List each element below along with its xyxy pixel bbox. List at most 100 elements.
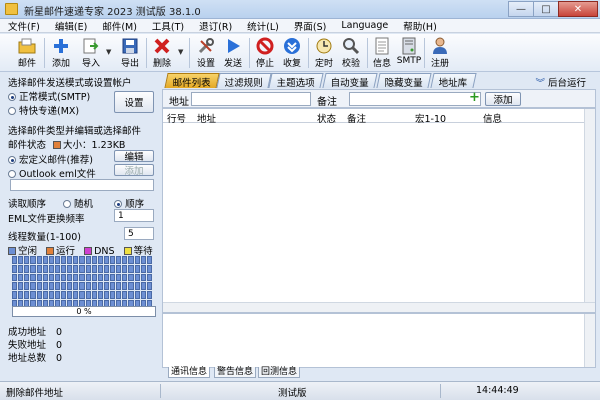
- thread-cell: [140, 291, 146, 300]
- magnifier-icon: [342, 37, 360, 55]
- close-button[interactable]: ✕: [558, 1, 598, 17]
- mail-button[interactable]: 邮件: [14, 36, 40, 70]
- dns-swatch: [84, 247, 93, 255]
- tab-mail-list[interactable]: 邮件列表: [164, 73, 220, 89]
- register-button[interactable]: 注册: [427, 36, 453, 70]
- thread-cell: [116, 273, 122, 282]
- thread-cell: [12, 256, 18, 264]
- thread-cell: [128, 282, 134, 291]
- smtp-button[interactable]: SMTP: [396, 36, 422, 70]
- waiting-swatch: [123, 247, 132, 255]
- delete-dropdown-icon[interactable]: ▼: [178, 48, 183, 56]
- thread-cell: [24, 282, 30, 291]
- tools-icon: [197, 37, 215, 55]
- thread-cell: [140, 264, 146, 273]
- thread-cell: [116, 291, 122, 300]
- import-button[interactable]: 导入: [78, 36, 104, 70]
- eml-freq-label: EML文件更换频率: [8, 214, 85, 225]
- thread-cell: [48, 256, 54, 264]
- table-horizontal-scrollbar[interactable]: [163, 302, 595, 312]
- menu-file[interactable]: 文件(F): [8, 19, 40, 33]
- thread-cell: [140, 256, 146, 264]
- menu-help[interactable]: 帮助(H): [403, 19, 437, 33]
- thread-cell: [103, 282, 110, 291]
- menu-edit[interactable]: 编辑(E): [55, 19, 87, 33]
- tab-comm-info[interactable]: 通讯信息: [168, 367, 211, 378]
- normal-mode-radio[interactable]: 正常模式(SMTP): [8, 89, 90, 103]
- note-input[interactable]: [349, 92, 481, 106]
- menu-unsubscribe[interactable]: 退订(R): [199, 19, 232, 33]
- menu-interface[interactable]: 界面(S): [294, 19, 326, 33]
- menu-stats[interactable]: 统计(L): [247, 19, 279, 33]
- menu-mail[interactable]: 邮件(M): [102, 19, 137, 33]
- thread-cell: [61, 282, 67, 291]
- receive-button[interactable]: 收复: [279, 36, 305, 70]
- thread-cell: [91, 256, 97, 264]
- eml-freq-input[interactable]: 1: [114, 209, 154, 222]
- info-button[interactable]: 信息: [369, 36, 395, 70]
- log-tabs: 通讯信息 警告信息 回测信息: [162, 367, 596, 379]
- thread-cell: [36, 256, 42, 264]
- thread-cell: [79, 273, 85, 282]
- address-input[interactable]: [191, 92, 311, 106]
- import-dropdown-icon[interactable]: ▼: [106, 48, 111, 56]
- thread-cell: [79, 256, 85, 264]
- random-radio[interactable]: [63, 200, 72, 208]
- col-address[interactable]: 地址: [197, 111, 216, 125]
- add-address-button[interactable]: 添加: [485, 92, 521, 106]
- import-icon: [82, 37, 100, 55]
- settings-button[interactable]: 设置: [193, 36, 219, 70]
- tab-address-book[interactable]: 地址库: [430, 73, 477, 89]
- radio-icon: [8, 156, 16, 164]
- special-mode-radio[interactable]: 特快专递(MX): [8, 103, 79, 117]
- app-icon: [5, 3, 18, 15]
- log-vertical-scrollbar[interactable]: [584, 314, 595, 367]
- save-icon: [121, 37, 139, 55]
- menu-bar: 文件(F) 编辑(E) 邮件(M) 工具(T) 退订(R) 统计(L) 界面(S…: [0, 19, 600, 33]
- stop-button[interactable]: 停止: [252, 36, 278, 70]
- background-run-toggle[interactable]: ︾ 后台运行: [535, 75, 586, 89]
- verify-button[interactable]: 校验: [338, 36, 364, 70]
- minimize-button[interactable]: —: [508, 1, 534, 17]
- col-macro[interactable]: 宏1-10: [415, 111, 446, 125]
- send-mode-title: 选择邮件发送模式或设置帐户: [8, 78, 132, 89]
- table-vertical-scrollbar[interactable]: [584, 109, 595, 312]
- tab-subject-options[interactable]: 主题选项: [268, 73, 324, 89]
- thread-cell: [73, 273, 79, 282]
- thread-cell: [103, 291, 110, 300]
- send-button[interactable]: 发送: [220, 36, 246, 70]
- add-button[interactable]: 添加: [48, 36, 74, 70]
- menu-language[interactable]: Language: [341, 20, 388, 31]
- add-button[interactable]: 添加: [114, 164, 154, 177]
- delete-button[interactable]: 删除: [149, 36, 175, 70]
- tab-warning-info[interactable]: 警告信息: [214, 367, 257, 378]
- maximize-button[interactable]: □: [533, 1, 559, 17]
- eml-path-input[interactable]: [10, 179, 154, 191]
- server-icon: [400, 37, 418, 55]
- status-swatch: [53, 141, 62, 149]
- thread-cell: [91, 273, 97, 282]
- settings-button[interactable]: 设置: [114, 91, 154, 113]
- export-button[interactable]: 导出: [117, 36, 143, 70]
- menu-tools[interactable]: 工具(T): [152, 19, 184, 33]
- user-icon: [431, 37, 449, 55]
- add-icon[interactable]: +: [469, 90, 480, 105]
- tab-filter-rules[interactable]: 过滤规则: [216, 73, 272, 89]
- tab-auto-vars[interactable]: 自动变量: [322, 73, 378, 89]
- col-status[interactable]: 状态: [317, 111, 336, 125]
- sequential-radio[interactable]: [114, 200, 123, 208]
- col-note[interactable]: 备注: [347, 111, 366, 125]
- play-icon: [224, 37, 242, 55]
- col-info[interactable]: 信息: [483, 111, 502, 125]
- tab-hidden-vars[interactable]: 隐藏变量: [376, 73, 432, 89]
- thread-spinner[interactable]: 5: [124, 227, 154, 240]
- macro-mail-radio[interactable]: 宏定义邮件(推荐): [8, 152, 93, 166]
- tab-backtest-info[interactable]: 回测信息: [258, 367, 301, 378]
- edit-button[interactable]: 编辑: [114, 150, 154, 163]
- col-row-number[interactable]: 行号: [167, 111, 186, 125]
- thread-cell: [67, 291, 73, 300]
- schedule-button[interactable]: 定时: [311, 36, 337, 70]
- thread-cell: [42, 291, 48, 300]
- outlook-eml-radio[interactable]: Outlook eml文件: [8, 166, 96, 180]
- left-panel: 选择邮件发送模式或设置帐户 正常模式(SMTP) 特快专递(MX) 设置 选择邮…: [8, 72, 158, 374]
